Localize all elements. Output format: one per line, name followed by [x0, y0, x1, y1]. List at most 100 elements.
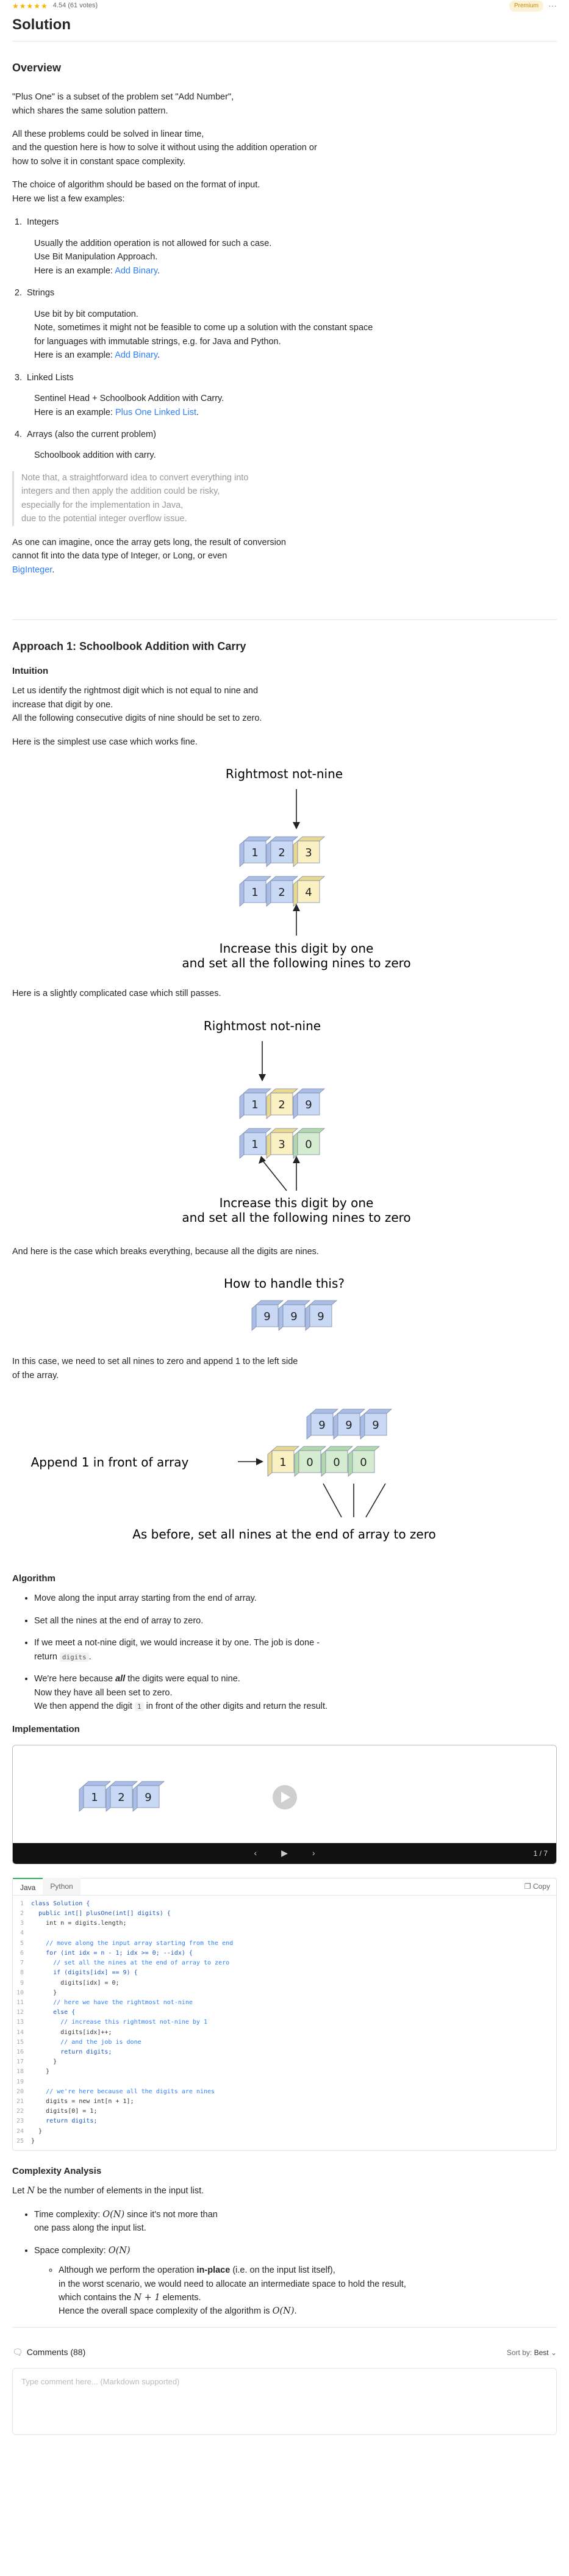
fig2-row1: 1 2 9 [239, 1088, 326, 1119]
digit-cell: 2 [266, 876, 299, 907]
rating-text: 4.54 (61 votes) [52, 2, 98, 10]
tab-java[interactable]: Java [13, 1878, 43, 1896]
code-line: 1 class Solution { [13, 1899, 556, 1909]
cell-digit: 2 [278, 846, 285, 859]
rating-bar: ★★★★★ 4.54 (61 votes) Premium ··· [12, 0, 557, 12]
list-item: Linked Lists Sentinel Head + Schoolbook … [24, 371, 557, 419]
code-line: 14 digits[idx]++; [13, 2028, 556, 2038]
slide-counter: 1 / 7 [533, 1849, 548, 1858]
complexity-intro: Let N be the number of elements in the i… [12, 2184, 557, 2198]
cell-side [294, 1450, 299, 1477]
digit-cell: 0 [294, 1446, 327, 1477]
cell-top [310, 1409, 339, 1414]
list-item: Integers Usually the addition operation … [24, 215, 557, 278]
intuition-p2: Here is the simplest use case which work… [12, 737, 198, 747]
copy-button[interactable]: ❐ Copy [524, 1881, 556, 1892]
cell-digit: 1 [279, 1456, 286, 1469]
biginteger-link[interactable]: BigInteger [12, 565, 52, 575]
plus-one-linked-list-link[interactable]: Plus One Linked List [115, 408, 196, 417]
cell-digit: 9 [372, 1419, 379, 1432]
line-number: 18 [16, 2068, 24, 2076]
cell-digit: 2 [118, 1791, 124, 1804]
code-text: digits[idx] = 0; [31, 1979, 120, 1986]
play-icon[interactable]: ▶ [281, 1847, 288, 1860]
cell-top [109, 1781, 138, 1786]
list-item-body: Use bit by bit computation. Note, someti… [34, 308, 557, 363]
sub-tail: . [294, 2306, 297, 2317]
code-text: digits[0] = 1; [31, 2108, 98, 2115]
add-binary-link[interactable]: Add Binary [115, 350, 157, 360]
line-number: 6 [20, 1949, 24, 1957]
line-number: 23 [16, 2118, 24, 2125]
overview-p4: As one can imagine, once the array gets … [12, 536, 557, 577]
code-text: } [31, 2127, 43, 2135]
cell-digit: 1 [251, 886, 258, 899]
intuition-p3: Here is a slightly complicated case whic… [12, 989, 221, 999]
digit-cell: 1 [79, 1781, 112, 1812]
digit-cell: 9 [333, 1409, 366, 1440]
code-line: 11 // here we have the rightmost not-nin… [13, 1998, 556, 2008]
digit-cell: 0 [293, 1128, 326, 1159]
rating-stars-icon[interactable]: ★★★★★ [12, 1, 48, 12]
cell-top [296, 1128, 326, 1133]
sort-control[interactable]: Sort by: Best ⌄ [507, 2347, 557, 2359]
list-item-body: Schoolbook addition with carry. [34, 450, 156, 461]
code-text: } [31, 2058, 57, 2066]
line-number: 17 [16, 2058, 24, 2066]
cell-digit: 3 [278, 1138, 285, 1151]
more-options-icon[interactable]: ··· [548, 0, 557, 13]
list-item-tail: . [196, 407, 199, 417]
code-text: // increase this rightmost not-nine by 1 [31, 2019, 207, 2026]
prev-slide-icon[interactable]: ‹ [254, 1847, 257, 1860]
cell-digit: 0 [333, 1456, 340, 1469]
cell-top [243, 836, 272, 842]
tab-python[interactable]: Python [43, 1878, 81, 1896]
next-slide-icon[interactable]: › [312, 1847, 315, 1860]
comment-input[interactable]: Type comment here... (Markdown supported… [12, 2367, 557, 2435]
code-text: // we're here because all the digits are… [31, 2088, 215, 2095]
math-n-plus-1: N + 1 [134, 2293, 160, 2303]
list-item: If we meet a not-nine digit, we would in… [34, 1636, 557, 1664]
cell-side [293, 880, 298, 907]
cell-digit: 9 [317, 1310, 324, 1323]
add-binary-link[interactable]: Add Binary [115, 266, 157, 276]
code-block: Java Python ❐ Copy 1 class Solution {2 pu… [12, 1877, 557, 2151]
complicated-case-diagram: Rightmost not-nine 1 2 9 1 3 0 Increase this… [182, 1019, 410, 1225]
sub-bold: in-place [196, 2265, 231, 2276]
code-body[interactable]: 1 class Solution {2 public int[] plusOne(… [13, 1896, 556, 2150]
cell-top [243, 1128, 272, 1133]
fig4-arrow-c [365, 1483, 386, 1518]
cell-side [79, 1785, 84, 1812]
cell-top [337, 1409, 366, 1414]
overview-p2: All these problems could be solved in li… [12, 129, 317, 167]
overview-heading: Overview [12, 62, 62, 74]
list-item-pre: We're here because [34, 1674, 116, 1684]
list-item: Space complexity: O(N) Although we perfo… [34, 2244, 557, 2318]
fig4-row2: 1 0 0 0 [267, 1446, 381, 1477]
line-number: 10 [16, 1989, 24, 1996]
cell-side [239, 840, 245, 868]
list-item-text: Use bit by bit computation. Note, someti… [34, 309, 373, 361]
list-item-tail: . [88, 1651, 91, 1662]
list-item: Strings Use bit by bit computation. Note… [24, 286, 557, 362]
line-number: 8 [20, 1969, 24, 1977]
fig3-label-top: How to handle this? [224, 1276, 345, 1291]
cell-top [324, 1446, 354, 1451]
code-text: int n = digits.length; [31, 1920, 127, 1927]
code-text: return digits; [31, 2048, 112, 2055]
code-text: public int[] plusOne(int[] digits) { [31, 1910, 171, 1918]
code-text: else { [31, 2009, 76, 2016]
cell-side [360, 1413, 365, 1440]
cell-top [282, 1300, 311, 1305]
cell-side [293, 1131, 298, 1159]
fig4-label-left: Append 1 in front of array [31, 1455, 189, 1470]
cell-digit: 2 [278, 1099, 285, 1111]
cell-top [351, 1446, 381, 1451]
cell-top [82, 1781, 112, 1786]
cell-digit: 9 [290, 1310, 297, 1323]
slideshow-player[interactable]: 1 2 9 ‹ ▶ › 1 / 7 [12, 1744, 557, 1864]
cell-digit: 9 [318, 1419, 325, 1432]
overview-p4-tail: . [52, 565, 55, 575]
code-tabs: Java Python ❐ Copy [13, 1878, 556, 1896]
cell-top [270, 1088, 299, 1094]
